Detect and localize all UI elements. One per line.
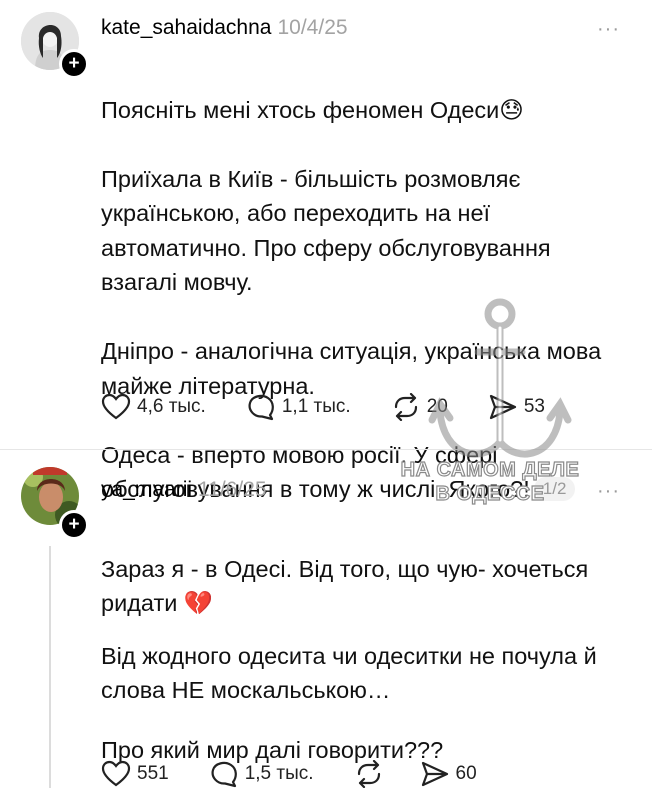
share-button[interactable]: 60 [420, 760, 477, 788]
watermark-text: НА САМОМ ДЕЛЕ В ОДЕССЕ [395, 458, 585, 506]
share-count: 60 [455, 763, 477, 784]
watermark-line: НА САМОМ ДЕЛЕ [400, 458, 580, 481]
comment-count: 1,5 тыс. [244, 763, 314, 784]
more-options-icon[interactable]: ··· [597, 18, 620, 41]
repost-icon [357, 760, 380, 788]
like-button[interactable]: 551 [101, 760, 169, 788]
heart-icon [101, 393, 131, 420]
post-line: Приїхала в Київ - більшість розмовляє ук… [101, 165, 551, 296]
more-options-icon[interactable]: ··· [597, 480, 620, 503]
username-row: kate_sahaidachna 10/4/25 [101, 16, 348, 40]
repost-button[interactable] [354, 760, 390, 788]
post-date: 11/6/25 [198, 478, 267, 501]
thread-line [49, 546, 51, 788]
comment-button[interactable]: 1,1 тыс. [246, 393, 351, 421]
like-button[interactable]: 4,6 тыс. [101, 393, 206, 421]
like-count: 4,6 тыс. [137, 396, 206, 417]
heart-icon [101, 760, 131, 787]
post-line: Поясніть мені хтось феномен Одеси😓 [101, 96, 524, 123]
username-row: ya_maarii 11/6/25 [101, 478, 267, 502]
watermark-line: В ОДЕССЕ [435, 482, 545, 505]
action-bar: 551 1,5 тыс. 60 [101, 760, 517, 788]
comment-icon [248, 394, 274, 421]
post-date: 10/4/25 [277, 16, 348, 39]
username[interactable]: ya_maarii [101, 478, 192, 501]
comment-count: 1,1 тыс. [281, 396, 351, 417]
comment-button[interactable]: 1,5 тыс. [209, 760, 314, 788]
username[interactable]: kate_sahaidachna [101, 16, 271, 39]
follow-plus-button[interactable]: + [59, 49, 89, 79]
follow-plus-button[interactable]: + [59, 510, 89, 540]
send-icon [421, 761, 448, 787]
like-count: 551 [137, 763, 169, 784]
comment-icon [211, 761, 237, 788]
